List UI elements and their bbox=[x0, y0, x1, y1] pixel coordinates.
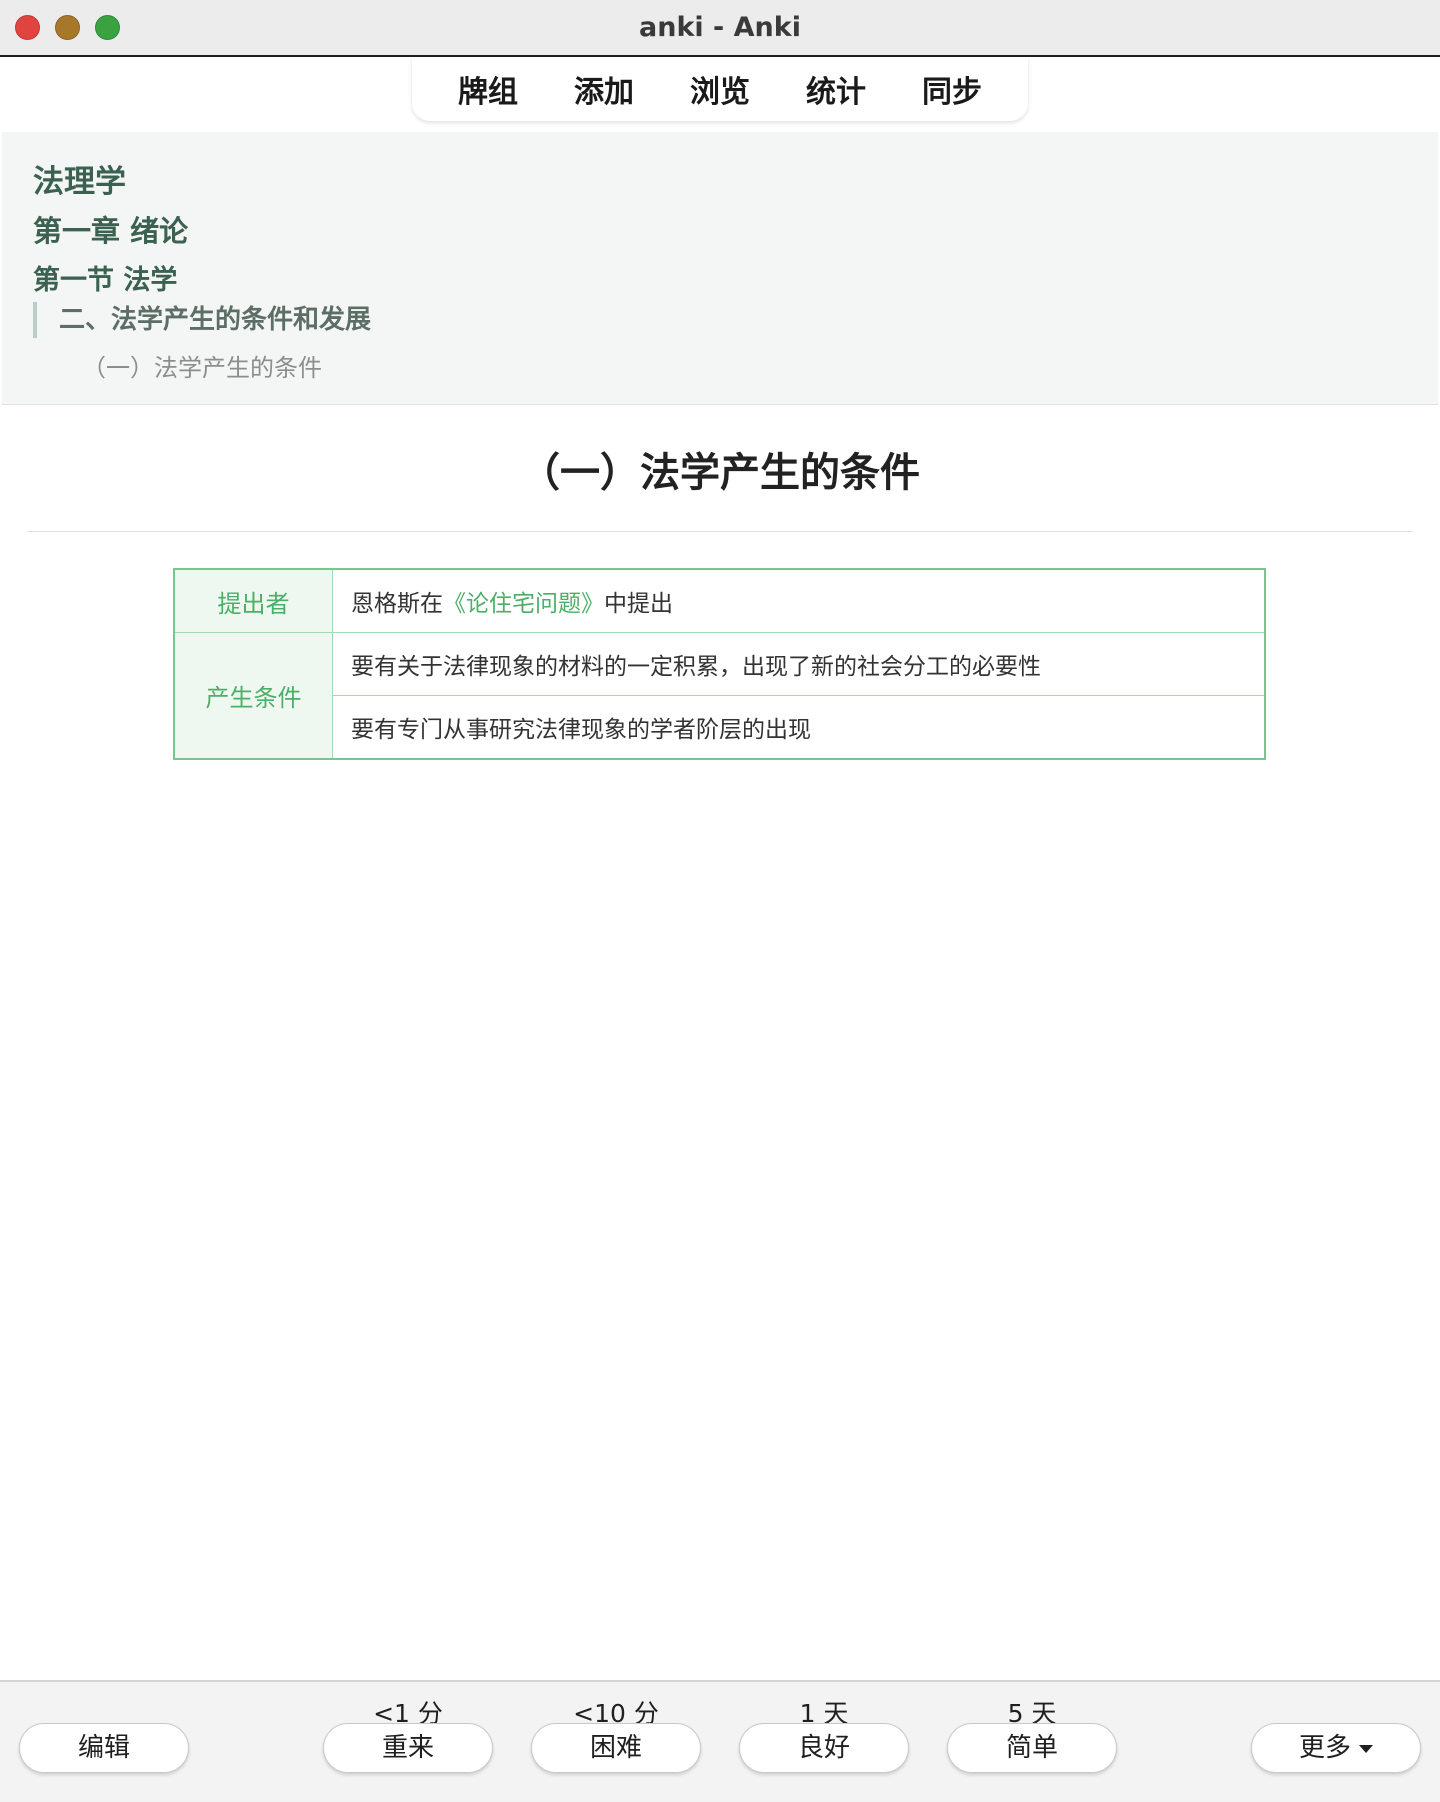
anki-window: anki - Anki 牌组 添加 浏览 统计 同步 法理学 第一章 绪论 第一… bbox=[0, 0, 1440, 1802]
context-panel: 法理学 第一章 绪论 第一节 法学 二、法学产生的条件和发展 （一）法学产生的条… bbox=[2, 132, 1438, 405]
card-divider bbox=[27, 531, 1413, 532]
title-bar: anki - Anki bbox=[0, 0, 1440, 57]
toolbar-add[interactable]: 添加 bbox=[564, 61, 644, 117]
proposer-value: 恩格斯在《论住宅问题》中提出 bbox=[332, 568, 1266, 633]
condition-2: 要有专门从事研究法律现象的学者阶层的出现 bbox=[332, 695, 1266, 760]
toolbar-sync[interactable]: 同步 bbox=[912, 61, 992, 117]
hard-button[interactable]: 困难 bbox=[531, 1723, 701, 1773]
proposer-suffix: 中提出 bbox=[604, 591, 673, 617]
main-toolbar: 牌组 添加 浏览 统计 同步 bbox=[412, 57, 1028, 121]
more-button[interactable]: 更多 bbox=[1251, 1723, 1421, 1773]
toolbar-stats[interactable]: 统计 bbox=[796, 61, 876, 117]
context-chapter: 第一章 绪论 bbox=[33, 214, 189, 248]
table-row: 要有专门从事研究法律现象的学者阶层的出现 bbox=[174, 695, 1266, 760]
good-button[interactable]: 良好 bbox=[739, 1723, 909, 1773]
context-section: 第一节 法学 bbox=[33, 265, 178, 296]
toolbar-decks[interactable]: 牌组 bbox=[448, 61, 528, 117]
proposer-prefix: 恩格斯在 bbox=[351, 591, 443, 617]
card-heading: （一）法学产生的条件 bbox=[520, 450, 920, 496]
context-topic: 二、法学产生的条件和发展 bbox=[33, 302, 371, 338]
review-bar: 编辑 <1 分 重来 <10 分 困难 1 天 良好 5 天 简单 更多 bbox=[0, 1680, 1440, 1802]
toolbar-browse[interactable]: 浏览 bbox=[680, 61, 760, 117]
condition-1: 要有关于法律现象的材料的一定积累，出现了新的社会分工的必要性 bbox=[332, 632, 1266, 696]
caret-down-icon bbox=[1359, 1744, 1373, 1753]
proposer-book-title: 《论住宅问题》 bbox=[443, 591, 604, 617]
context-subject: 法理学 bbox=[33, 164, 126, 200]
window-title: anki - Anki bbox=[639, 12, 801, 43]
toolbar-area: 牌组 添加 浏览 统计 同步 bbox=[0, 57, 1440, 132]
card-table: 提出者 恩格斯在《论住宅问题》中提出 产生条件 要有关于法律现象的材料的一定积累… bbox=[173, 568, 1266, 760]
table-row: 提出者 恩格斯在《论住宅问题》中提出 bbox=[173, 568, 1266, 633]
context-subtopic: （一）法学产生的条件 bbox=[82, 354, 322, 382]
conditions-label: 产生条件 bbox=[173, 632, 333, 760]
table-row: 产生条件 要有关于法律现象的材料的一定积累，出现了新的社会分工的必要性 bbox=[173, 632, 1266, 760]
easy-button[interactable]: 简单 bbox=[947, 1723, 1117, 1773]
proposer-label: 提出者 bbox=[173, 568, 333, 633]
more-button-label: 更多 bbox=[1298, 1733, 1351, 1763]
edit-button[interactable]: 编辑 bbox=[19, 1723, 189, 1773]
again-button[interactable]: 重来 bbox=[323, 1723, 493, 1773]
